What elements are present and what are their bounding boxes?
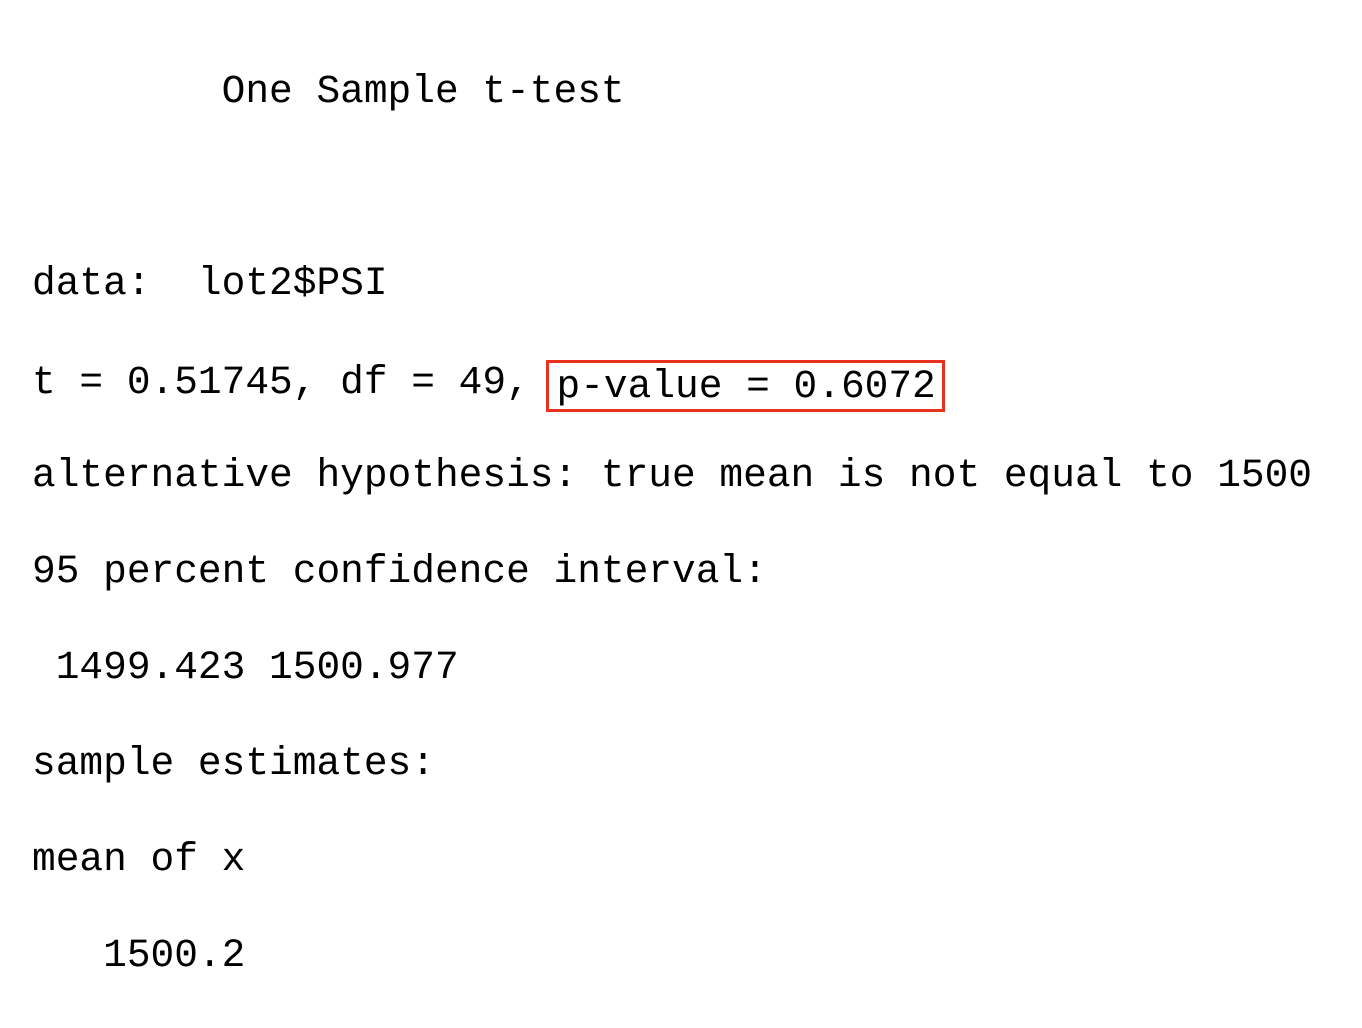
test-title: One Sample t-test <box>32 69 625 114</box>
confidence-interval-values: 1499.423 1500.977 <box>32 645 459 690</box>
confidence-interval-label: 95 percent confidence interval: <box>32 549 767 594</box>
p-value-highlight: p-value = 0.6072 <box>545 360 945 412</box>
stats-line: t = 0.51745, df = 49, p-value = 0.6072 <box>32 356 1312 412</box>
alternative-hypothesis-line: alternative hypothesis: true mean is not… <box>32 453 1313 498</box>
r-console-output: One Sample t-test data: lot2$PSI t = 0.5… <box>32 20 1312 1028</box>
estimate-value: 1500.2 <box>32 933 246 978</box>
data-line: data: lot2$PSI <box>32 261 388 306</box>
estimate-name: mean of x <box>32 837 246 882</box>
sample-estimates-label: sample estimates: <box>32 741 435 786</box>
stats-prefix: t = 0.51745, df = 49, <box>32 360 554 405</box>
